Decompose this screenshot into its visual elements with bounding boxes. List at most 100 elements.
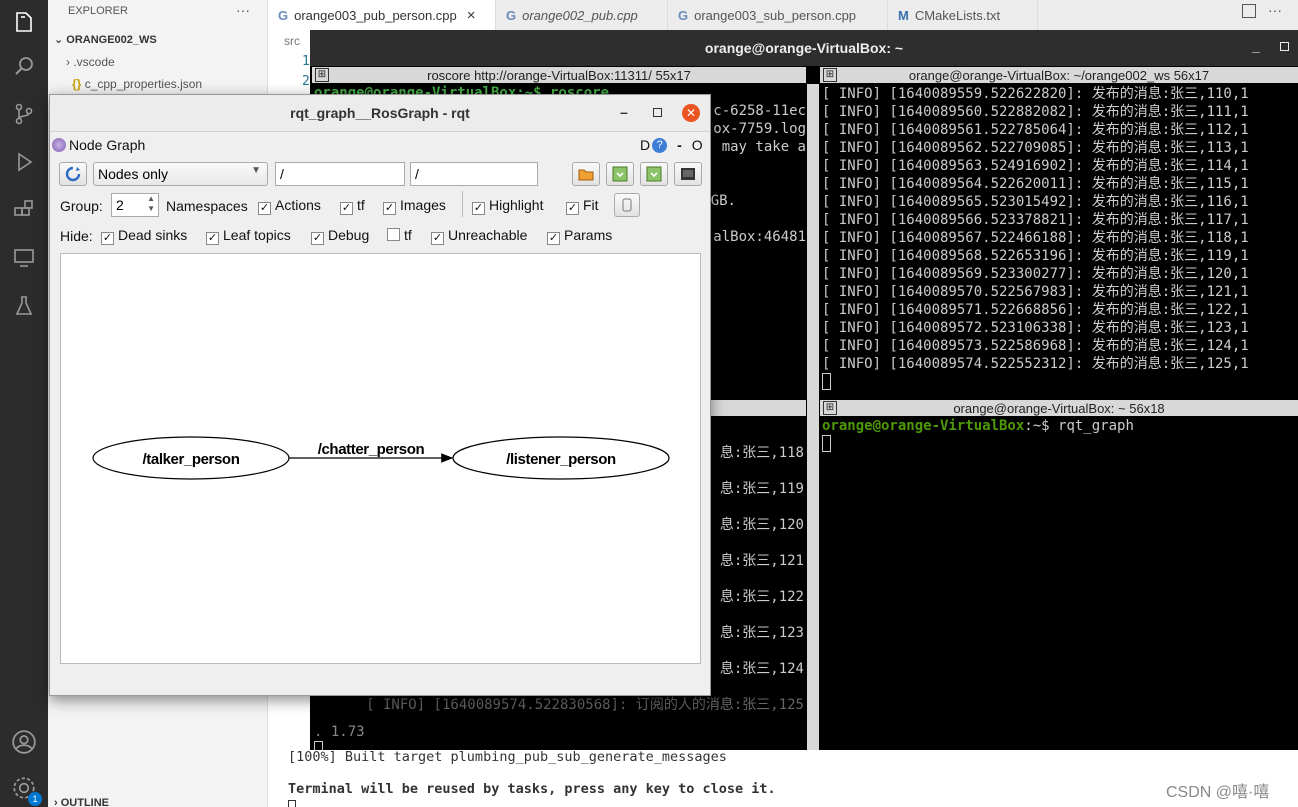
plugin-header: Node Graph	[52, 137, 145, 153]
editor-tabs: G orange003_pub_person.cpp × G orange002…	[268, 0, 1298, 30]
activity-bar: 1	[0, 0, 48, 807]
pane-splitter-vertical[interactable]	[807, 84, 819, 750]
checkbox-label: Highlight	[489, 197, 544, 213]
tf-checkbox[interactable]: ✓ tf	[340, 197, 365, 215]
pane-grid-icon[interactable]: ⊞	[823, 68, 837, 82]
minimize-plugin-icon[interactable]: -	[677, 137, 682, 153]
node-filter-input[interactable]: /	[275, 162, 405, 186]
checkbox-checked-icon: ✓	[547, 232, 560, 245]
rqt-title: rqt_graph__RosGraph - rqt	[290, 105, 470, 121]
graph-edge-label: /chatter_person	[318, 441, 425, 458]
search-icon[interactable]	[0, 44, 48, 88]
checkbox-checked-icon: ✓	[340, 202, 353, 215]
breadcrumb[interactable]: src	[284, 34, 300, 48]
remote-explorer-icon[interactable]	[0, 236, 48, 280]
workspace-folder[interactable]: ⌄ ORANGE002_WS	[54, 33, 157, 46]
outline-section[interactable]: › OUTLINE	[54, 797, 109, 807]
hide-debug-checkbox[interactable]: ✓ Debug	[311, 227, 369, 245]
rqt-window: rqt_graph__RosGraph - rqt – ✕ Node Graph…	[49, 94, 711, 696]
checkbox-label: tf	[357, 197, 365, 213]
cpp-file-icon: G	[506, 7, 517, 23]
hide-dead-sinks-checkbox[interactable]: ✓ Dead sinks	[101, 227, 187, 245]
cpp-file-icon: G	[678, 7, 689, 23]
terminal-line: [ INFO] [1640089567.522466188]: 发布的消息:张三…	[822, 230, 1249, 246]
tree-item-json[interactable]: {} c_cpp_properties.json	[72, 77, 202, 91]
fit-checkbox[interactable]: ✓ Fit	[566, 197, 599, 215]
source-control-icon[interactable]	[0, 92, 48, 136]
checkbox-label: Dead sinks	[118, 227, 188, 243]
extensions-icon[interactable]	[0, 188, 48, 232]
fit-view-button[interactable]	[614, 193, 640, 217]
pane-header-tr: ⊞ orange@orange-VirtualBox: ~/orange002_…	[820, 67, 1298, 83]
help-icon[interactable]: ?	[652, 137, 668, 153]
tab-pub-person[interactable]: G orange003_pub_person.cpp ×	[268, 0, 496, 30]
terminal-line: [ INFO] [1640089568.522653196]: 发布的消息:张三…	[822, 248, 1249, 264]
tab-sub-person[interactable]: G orange003_sub_person.cpp	[668, 0, 888, 30]
notification-badge: 1	[28, 792, 42, 806]
tab-cmakelists[interactable]: M CMakeLists.txt	[888, 0, 1038, 30]
cursor	[822, 373, 831, 390]
pane-grid-icon[interactable]: ⊞	[823, 401, 837, 415]
close-tab-icon[interactable]: ×	[467, 7, 476, 24]
settings-gear-icon[interactable]: 1	[0, 766, 48, 807]
hide-params-checkbox[interactable]: ✓ Params	[547, 227, 612, 245]
cursor	[288, 800, 296, 807]
refresh-button[interactable]	[59, 162, 87, 186]
terminal-line: [ INFO] [1640089569.523300277]: 发布的消息:张三…	[822, 266, 1249, 282]
pane-grid-icon[interactable]: ⊞	[315, 68, 329, 82]
graph-canvas[interactable]: /talker_person /chatter_person /listener…	[60, 253, 701, 664]
group-label: Group:	[60, 198, 103, 214]
save-dot-button[interactable]	[606, 162, 634, 186]
pane-rqt-graph-shell[interactable]: orange@orange-VirtualBox:~$ rqt_graph	[820, 417, 1298, 750]
spin-arrows-icon[interactable]: ▲ ▼	[147, 194, 155, 214]
more-actions-icon[interactable]: ···	[1268, 2, 1282, 18]
tab-pub[interactable]: G orange002_pub.cpp	[496, 0, 668, 30]
pane-publisher[interactable]: [ INFO] [1640089559.522622820]: 发布的消息:张三…	[820, 84, 1298, 398]
terminal-line: [ INFO] [1640089561.522785064]: 发布的消息:张三…	[822, 122, 1249, 138]
close-icon[interactable]: ✕	[682, 104, 700, 122]
graph-mode-select[interactable]: Nodes only ▼	[93, 162, 268, 186]
explorer-icon[interactable]	[0, 0, 48, 44]
save-image-button[interactable]	[674, 162, 702, 186]
maximize-icon[interactable]	[1280, 42, 1289, 51]
dock-toggle[interactable]: D	[640, 137, 650, 153]
terminal-line: [ INFO] [1640089571.522668856]: 发布的消息:张三…	[822, 302, 1249, 318]
separator	[462, 191, 463, 217]
load-dot-button[interactable]	[572, 162, 600, 186]
checkbox-label: Actions	[275, 197, 321, 213]
account-icon[interactable]	[0, 720, 48, 764]
split-editor-icon[interactable]	[1242, 4, 1256, 18]
more-actions-icon[interactable]: ···	[236, 2, 250, 18]
images-checkbox[interactable]: ✓ Images	[383, 197, 446, 215]
checkbox-checked-icon: ✓	[566, 202, 579, 215]
testing-icon[interactable]	[0, 284, 48, 328]
pane-header-label: orange@orange-VirtualBox: ~/orange002_ws…	[908, 67, 1210, 83]
checkbox-checked-icon: ✓	[258, 202, 271, 215]
topic-filter-input[interactable]: /	[410, 162, 538, 186]
output-line: [100%] Built target plumbing_pub_sub_gen…	[288, 749, 727, 765]
checkbox-label: Fit	[583, 197, 599, 213]
minimize-icon[interactable]: –	[620, 104, 628, 120]
hide-leaf-topics-checkbox[interactable]: ✓ Leaf topics	[206, 227, 291, 245]
checkbox-checked-icon: ✓	[383, 202, 396, 215]
close-plugin-icon[interactable]: O	[692, 137, 703, 153]
pane-header-br: ⊞ orange@orange-VirtualBox: ~ 56x18	[820, 400, 1298, 416]
actions-checkbox[interactable]: ✓ Actions	[258, 197, 321, 215]
hide-tf-checkbox[interactable]: tf	[387, 227, 412, 243]
save-svg-button[interactable]	[640, 162, 668, 186]
terminal-titlebar: orange@orange-VirtualBox: ~ _	[310, 30, 1298, 66]
run-debug-icon[interactable]	[0, 140, 48, 184]
hide-unreachable-checkbox[interactable]: ✓ Unreachable	[431, 227, 527, 245]
graph-mode-value: Nodes only	[98, 166, 169, 182]
outline-label: OUTLINE	[60, 797, 110, 807]
terminal-line: [ INFO] [1640089560.522882082]: 发布的消息:张三…	[822, 104, 1249, 120]
cpp-file-icon: G	[278, 7, 289, 23]
terminal-line: [ INFO] [1640089574.522552312]: 发布的消息:张三…	[822, 356, 1249, 372]
highlight-checkbox[interactable]: ✓ Highlight	[472, 197, 543, 215]
minimize-icon[interactable]: _	[1252, 38, 1260, 54]
tree-item-vscode[interactable]: › .vscode	[66, 55, 115, 69]
checkbox-label: Leaf topics	[223, 227, 291, 243]
maximize-icon[interactable]	[653, 108, 662, 117]
group-spinbox[interactable]: 2 ▲ ▼	[111, 193, 159, 217]
tab-label: orange003_pub_person.cpp	[294, 7, 457, 23]
